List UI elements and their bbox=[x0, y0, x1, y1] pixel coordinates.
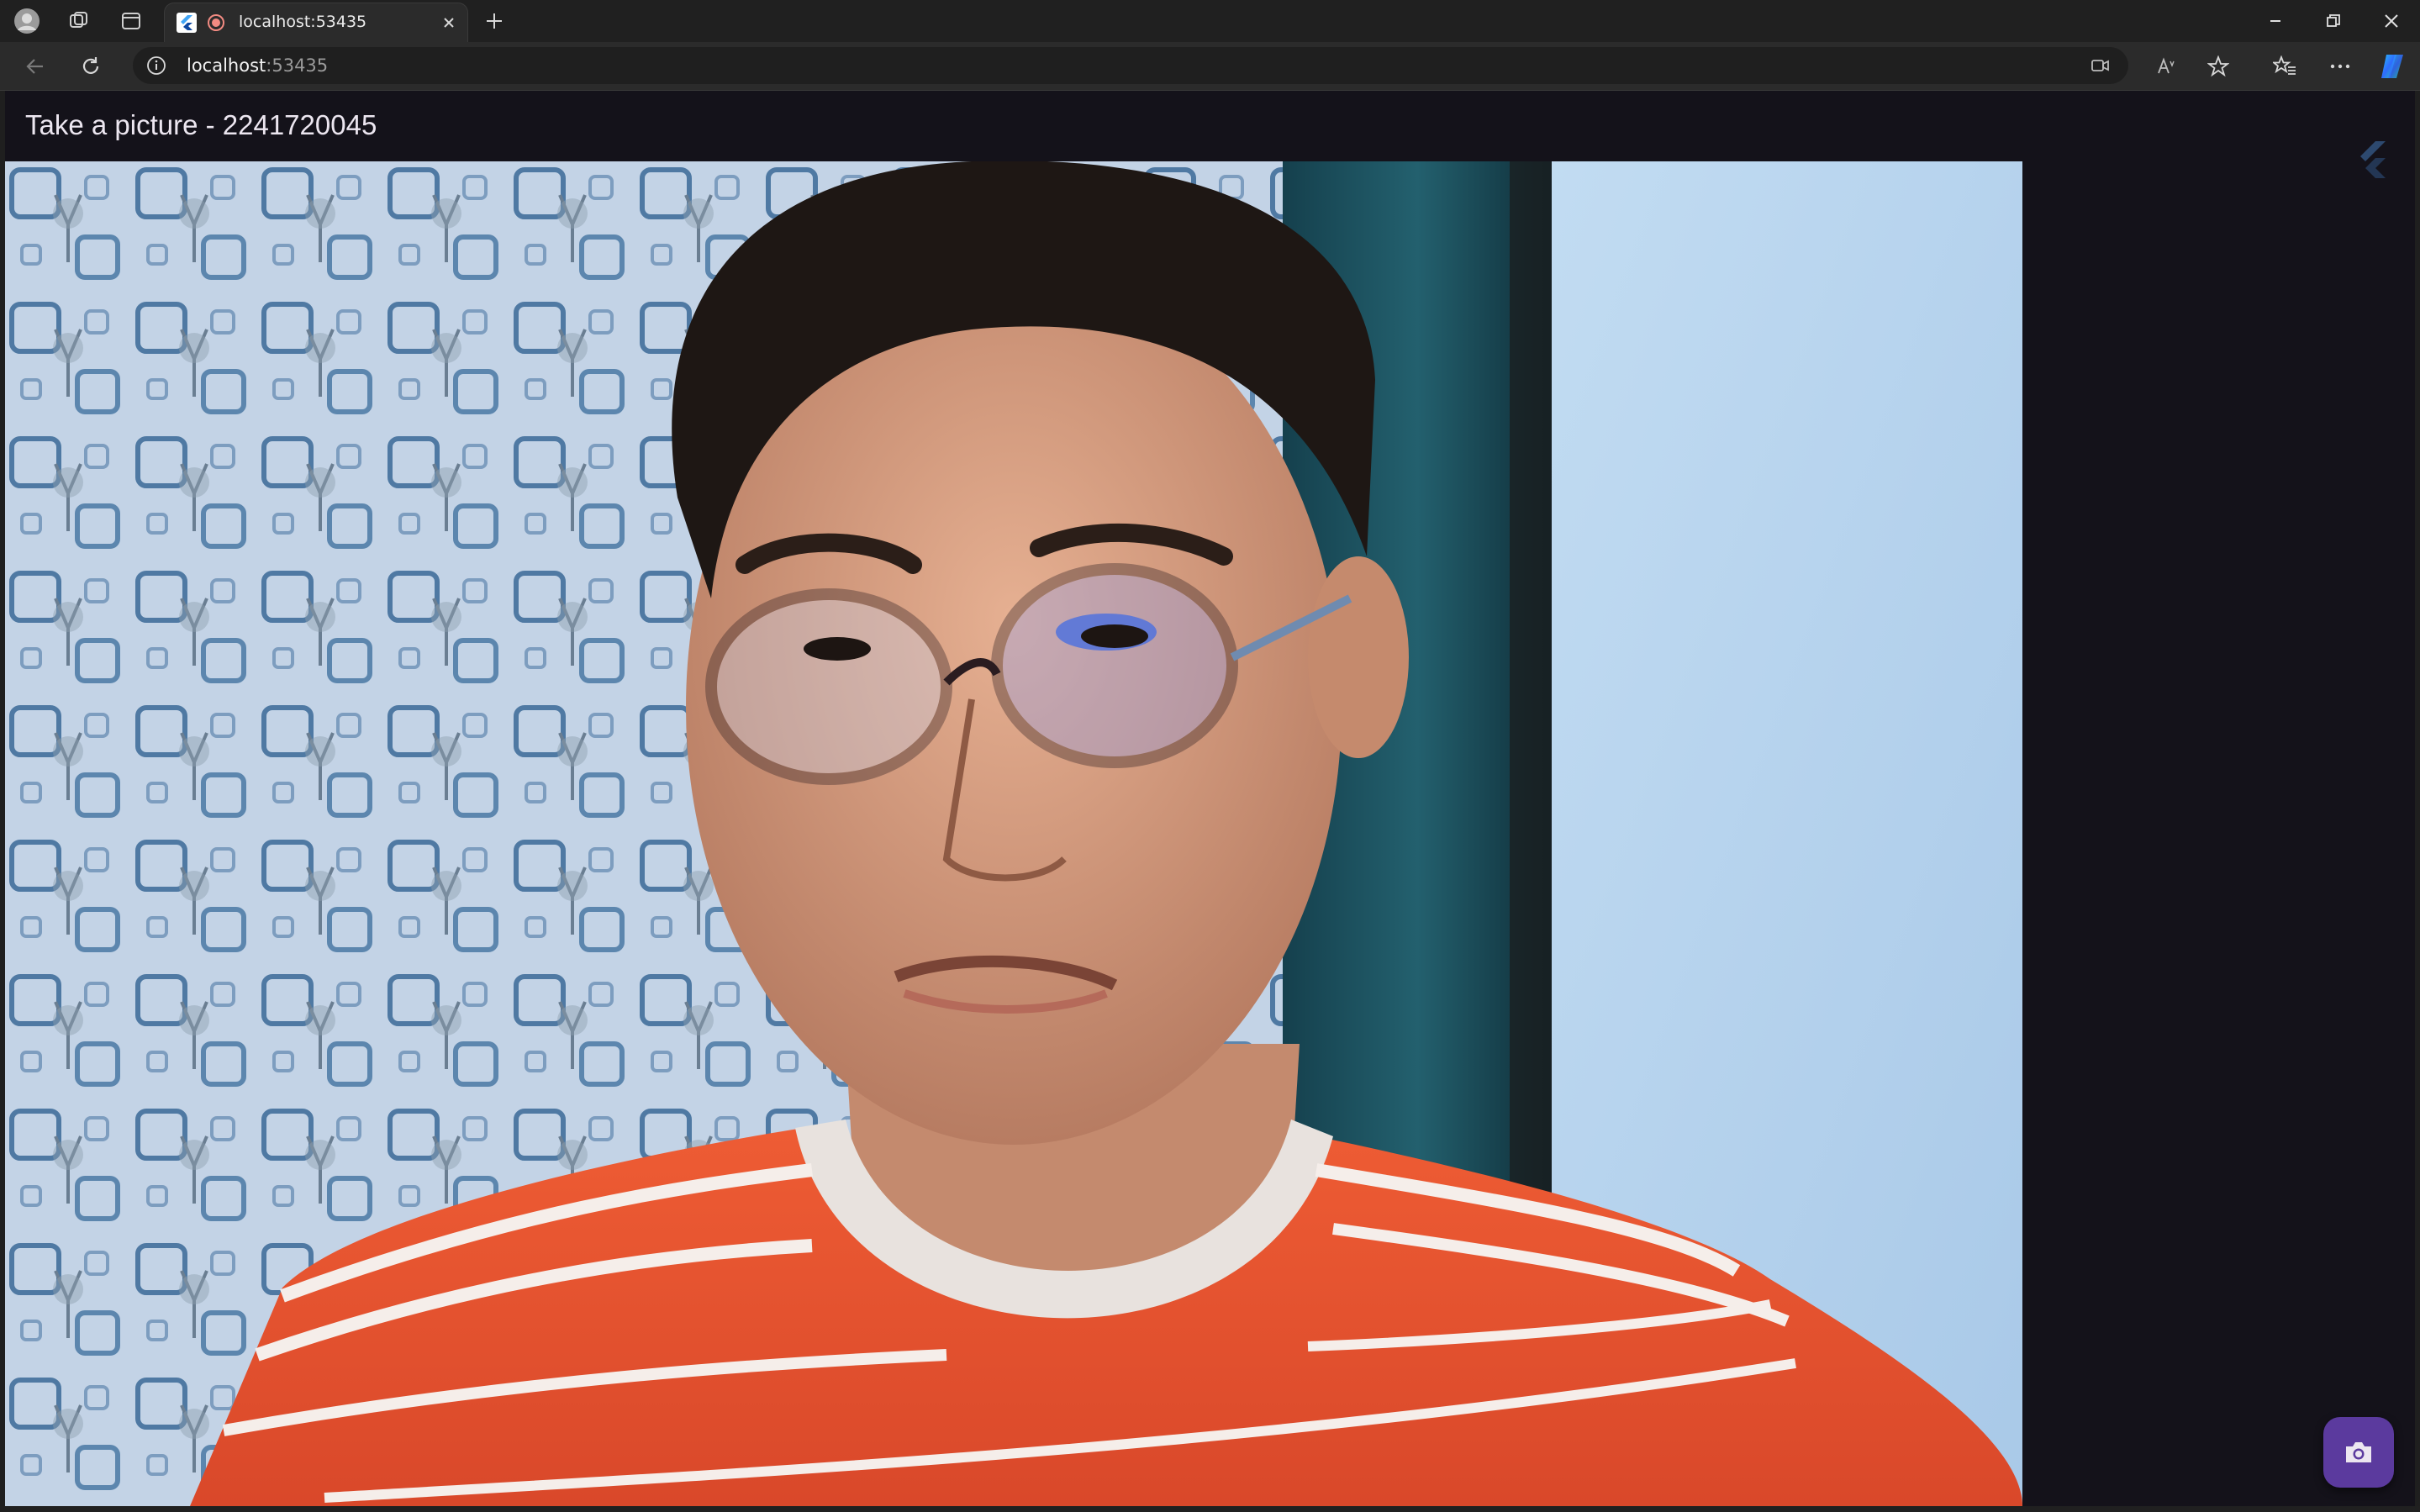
flutter-logo-icon bbox=[2360, 141, 2386, 178]
restore-icon bbox=[2327, 14, 2340, 27]
app-bar: Take a picture - 2241720045 bbox=[5, 91, 2415, 161]
url-port: :53435 bbox=[266, 55, 329, 76]
minimize-icon bbox=[2270, 20, 2280, 22]
new-tab-button[interactable] bbox=[477, 5, 511, 37]
more-menu-icon bbox=[2330, 64, 2350, 69]
favorites-list-icon bbox=[2273, 55, 2296, 75]
favorite-star-icon bbox=[2207, 55, 2229, 77]
browser-toolbar: localhost:53435 bbox=[0, 42, 2420, 91]
camera-in-use-icon bbox=[2091, 60, 2109, 71]
window-close-icon bbox=[2385, 14, 2398, 28]
window-bottom-edge bbox=[0, 1506, 2420, 1512]
camera-in-use-button[interactable] bbox=[2088, 54, 2113, 77]
url-host: localhost bbox=[187, 55, 266, 76]
tab-close-button[interactable] bbox=[437, 11, 461, 34]
url-text: localhost:53435 bbox=[187, 55, 328, 76]
reload-button[interactable] bbox=[74, 50, 108, 83]
page-title: Take a picture - 2241720045 bbox=[25, 109, 377, 140]
address-bar[interactable]: localhost:53435 bbox=[133, 47, 2128, 84]
site-info-button[interactable] bbox=[145, 54, 168, 77]
minimize-button[interactable] bbox=[2246, 0, 2305, 42]
tab-strip: localhost:53435 bbox=[0, 0, 2420, 42]
favorite-button[interactable] bbox=[2201, 50, 2235, 83]
tab-active[interactable]: localhost:53435 bbox=[164, 3, 468, 42]
flutter-logo-icon bbox=[177, 13, 197, 33]
take-picture-button[interactable] bbox=[2323, 1417, 2394, 1488]
profile-avatar-icon bbox=[14, 8, 40, 34]
window-close-button[interactable] bbox=[2362, 0, 2420, 42]
workspaces-icon bbox=[70, 12, 87, 28]
site-info-icon bbox=[147, 56, 166, 75]
reload-icon bbox=[82, 57, 99, 74]
close-icon bbox=[444, 18, 454, 28]
profile-button[interactable] bbox=[10, 5, 44, 37]
workspaces-button[interactable] bbox=[62, 5, 96, 37]
read-aloud-button[interactable] bbox=[2150, 50, 2184, 83]
app-page: Take a picture - 2241720045 bbox=[5, 91, 2415, 1506]
copilot-button[interactable] bbox=[2375, 50, 2409, 83]
camera-recording-icon bbox=[208, 14, 224, 31]
tab-actions-icon bbox=[122, 13, 140, 29]
copilot-icon bbox=[2381, 55, 2403, 78]
camera-feed-image bbox=[5, 161, 2022, 1506]
plus-icon bbox=[487, 13, 502, 29]
restore-button[interactable] bbox=[2304, 0, 2363, 42]
vertical-tabs-button[interactable] bbox=[114, 5, 148, 37]
camera-preview bbox=[5, 161, 2022, 1506]
back-arrow-icon bbox=[26, 59, 43, 74]
back-button[interactable] bbox=[18, 50, 52, 83]
more-menu-button[interactable] bbox=[2323, 50, 2357, 83]
camera-icon bbox=[2346, 1442, 2371, 1462]
favorites-button[interactable] bbox=[2268, 50, 2301, 83]
tab-title: localhost:53435 bbox=[239, 13, 367, 31]
flutter-debug-badge bbox=[2350, 138, 2394, 182]
read-aloud-icon bbox=[2158, 57, 2175, 74]
